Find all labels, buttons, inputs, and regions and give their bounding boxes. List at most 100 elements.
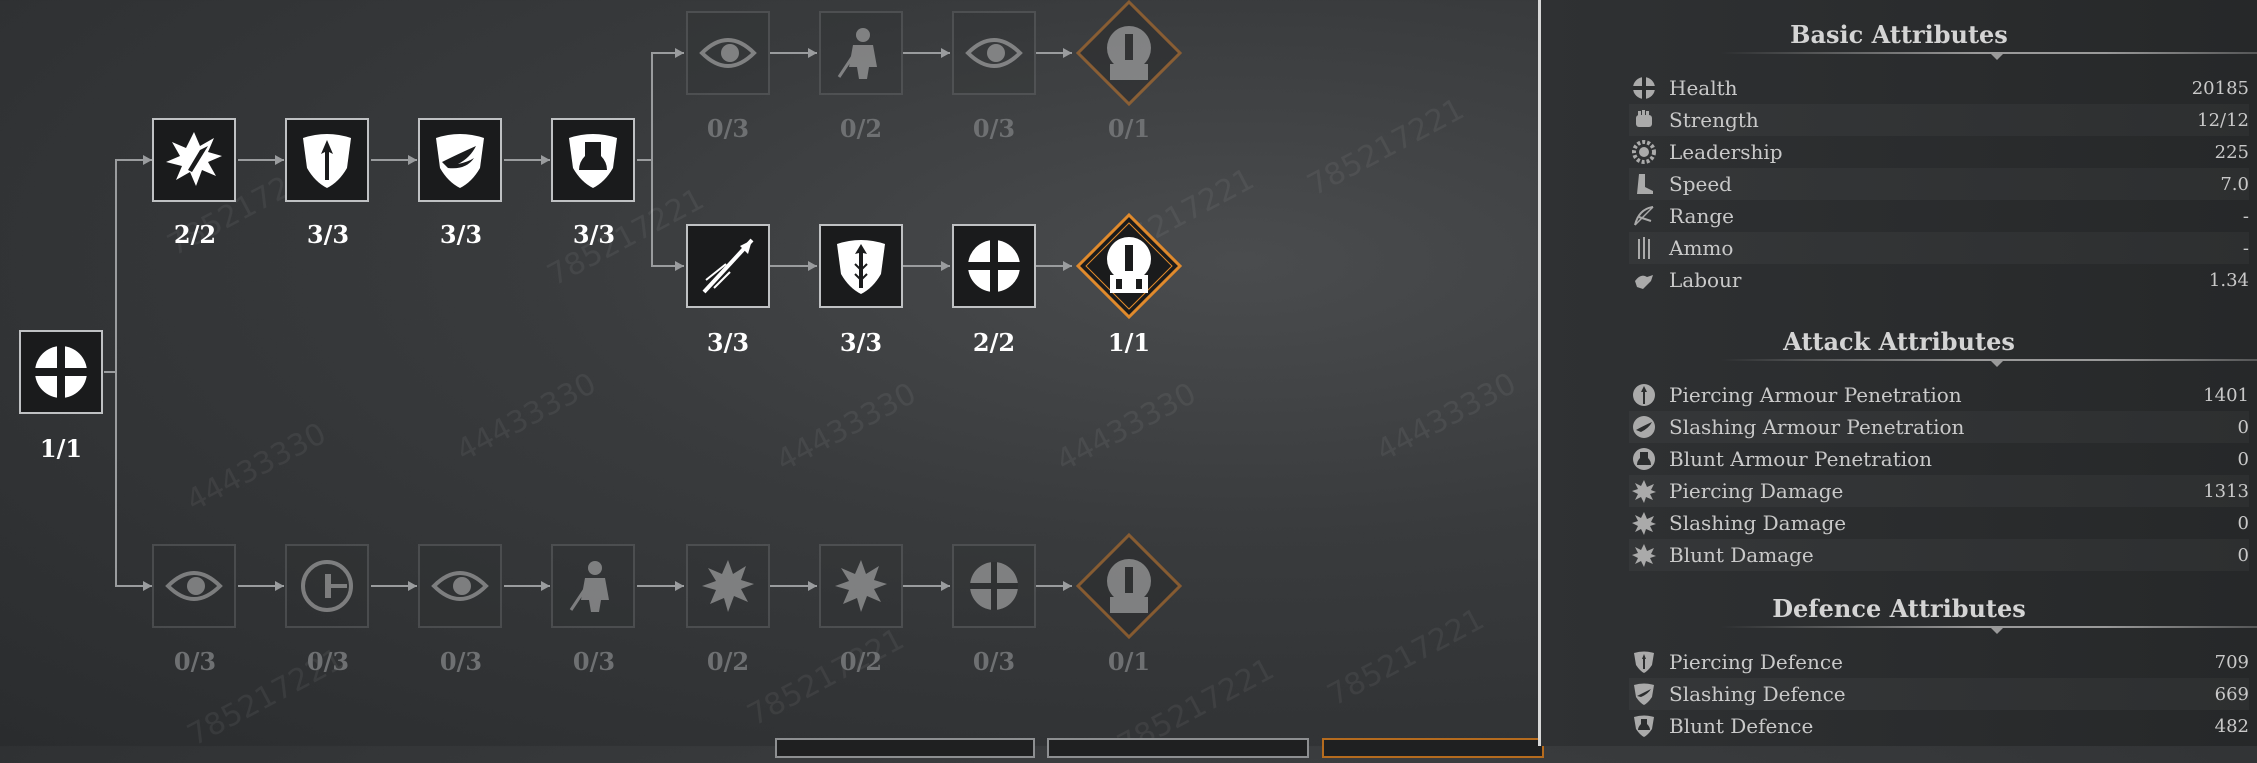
arrow-shield-icon — [303, 134, 351, 188]
speed-boot-icon — [1629, 169, 1659, 199]
attr-row-piercing-pen: Piercing Armour Penetration 1401 — [1629, 379, 2249, 411]
labour-hand-icon — [1629, 265, 1659, 295]
section-divider — [1721, 52, 2257, 54]
skill-node[interactable] — [418, 118, 502, 202]
section-title-attack: Attack Attributes — [1783, 327, 2015, 356]
sword-burst-icon — [166, 132, 222, 186]
attr-row-slashing-dmg: Slashing Damage 0 — [1629, 507, 2249, 539]
eye-slash-icon — [431, 571, 489, 601]
skill-node-root[interactable] — [19, 330, 103, 414]
bottom-button-2[interactable] — [1047, 738, 1309, 758]
skill-level: 1/1 — [1107, 328, 1151, 357]
attr-row-slashing-def: Slashing Defence 669 — [1629, 678, 2249, 710]
attr-row-piercing-def: Piercing Defence 709 — [1629, 646, 2249, 678]
eye-slash-icon — [165, 571, 223, 601]
warrior-icon — [837, 28, 877, 79]
skill-node-locked[interactable] — [418, 544, 502, 628]
skill-level: 2/2 — [173, 220, 217, 249]
skill-level: 0/1 — [1107, 114, 1151, 143]
blunt-pen-icon — [1629, 444, 1659, 474]
piercing-dmg-icon — [1629, 476, 1659, 506]
piercing-def-icon — [1629, 647, 1659, 677]
section-caret — [1990, 627, 2004, 634]
blunt-dmg-icon — [1629, 540, 1659, 570]
skill-level: 0/2 — [839, 647, 883, 676]
helmet-diamond-icon — [1075, 532, 1183, 640]
skill-level: 3/3 — [439, 220, 483, 249]
skill-node-locked[interactable] — [819, 544, 903, 628]
skill-level: 3/3 — [839, 328, 883, 357]
tree-connectors — [104, 48, 1072, 591]
skill-node[interactable] — [952, 224, 1036, 308]
leadership-gear-icon — [1629, 137, 1659, 167]
skill-node-locked[interactable] — [152, 544, 236, 628]
warrior-icon — [569, 561, 609, 612]
slashing-pen-icon — [1629, 412, 1659, 442]
eye-slash-icon — [965, 38, 1023, 68]
eye-slash-icon — [699, 38, 757, 68]
section-caret — [1990, 360, 2004, 367]
skill-node-locked[interactable] — [551, 544, 635, 628]
skill-level: 0/3 — [972, 647, 1016, 676]
wing-shield-icon — [436, 134, 484, 188]
bottom-button-1[interactable] — [775, 738, 1035, 758]
skill-node[interactable] — [819, 224, 903, 308]
attr-row-piercing-dmg: Piercing Damage 1313 — [1629, 475, 2249, 507]
skill-tree: 785217221 785217221 785217221 785217221 … — [0, 0, 1544, 763]
attr-row-strength: Strength 12/12 — [1629, 104, 2249, 136]
circle-minus-icon — [301, 560, 353, 612]
blunt-def-icon — [1629, 711, 1659, 741]
skill-level: 0/3 — [439, 647, 483, 676]
section-title-defence: Defence Attributes — [1772, 594, 2026, 623]
skill-node[interactable] — [686, 224, 770, 308]
skill-node-locked[interactable] — [952, 11, 1036, 95]
bell-shield-icon — [569, 134, 617, 188]
range-bow-icon — [1629, 201, 1659, 231]
skill-level: 0/2 — [839, 114, 883, 143]
arrow-shield-icon — [837, 240, 885, 294]
skill-node[interactable] — [285, 118, 369, 202]
skill-level: 0/3 — [306, 647, 350, 676]
skill-node-locked[interactable] — [686, 544, 770, 628]
skill-node[interactable] — [152, 118, 236, 202]
skill-level: 0/3 — [972, 114, 1016, 143]
section-title-basic: Basic Attributes — [1790, 20, 2008, 49]
attr-row-health: Health 20185 — [1629, 72, 2249, 104]
section-caret — [1990, 53, 2004, 60]
burst-icon — [835, 560, 887, 612]
attr-row-blunt-def: Blunt Defence 482 — [1629, 710, 2249, 742]
skill-level: 0/1 — [1107, 647, 1151, 676]
health-cross-icon — [1629, 73, 1659, 103]
skill-level: 3/3 — [306, 220, 350, 249]
attr-row-range: Range - — [1629, 200, 2249, 232]
skill-level: 0/3 — [706, 114, 750, 143]
piercing-pen-icon — [1629, 380, 1659, 410]
skill-node-ultimate-locked[interactable] — [1074, 531, 1184, 641]
skill-node-locked[interactable] — [686, 11, 770, 95]
attr-row-labour: Labour 1.34 — [1629, 264, 2249, 296]
skill-level: 2/2 — [972, 328, 1016, 357]
burst-icon — [702, 560, 754, 612]
section-divider — [1721, 626, 2257, 628]
attributes-panel: Basic Attributes Health 20185 Strength 1… — [1541, 0, 2257, 746]
bottom-button-3[interactable] — [1322, 738, 1544, 758]
skill-level: 0/3 — [572, 647, 616, 676]
attr-row-leadership: Leadership 225 — [1629, 136, 2249, 168]
skill-node-locked[interactable] — [952, 544, 1036, 628]
skill-node-ultimate-locked[interactable] — [1074, 0, 1184, 108]
slashing-dmg-icon — [1629, 508, 1659, 538]
slashing-def-icon — [1629, 679, 1659, 709]
cross-shield-icon — [970, 562, 1018, 610]
skill-node-ultimate[interactable] — [1074, 211, 1184, 321]
skill-node-locked[interactable] — [819, 11, 903, 95]
skill-node[interactable] — [551, 118, 635, 202]
section-divider — [1721, 359, 2257, 361]
ammo-arrows-icon — [1629, 233, 1659, 263]
skill-level: 0/3 — [173, 647, 217, 676]
skill-level: 1/1 — [39, 434, 83, 463]
attr-row-blunt-dmg: Blunt Damage 0 — [1629, 539, 2249, 571]
skill-node-locked[interactable] — [285, 544, 369, 628]
attr-row-blunt-pen: Blunt Armour Penetration 0 — [1629, 443, 2249, 475]
skill-level: 0/2 — [706, 647, 750, 676]
strength-fist-icon — [1629, 105, 1659, 135]
